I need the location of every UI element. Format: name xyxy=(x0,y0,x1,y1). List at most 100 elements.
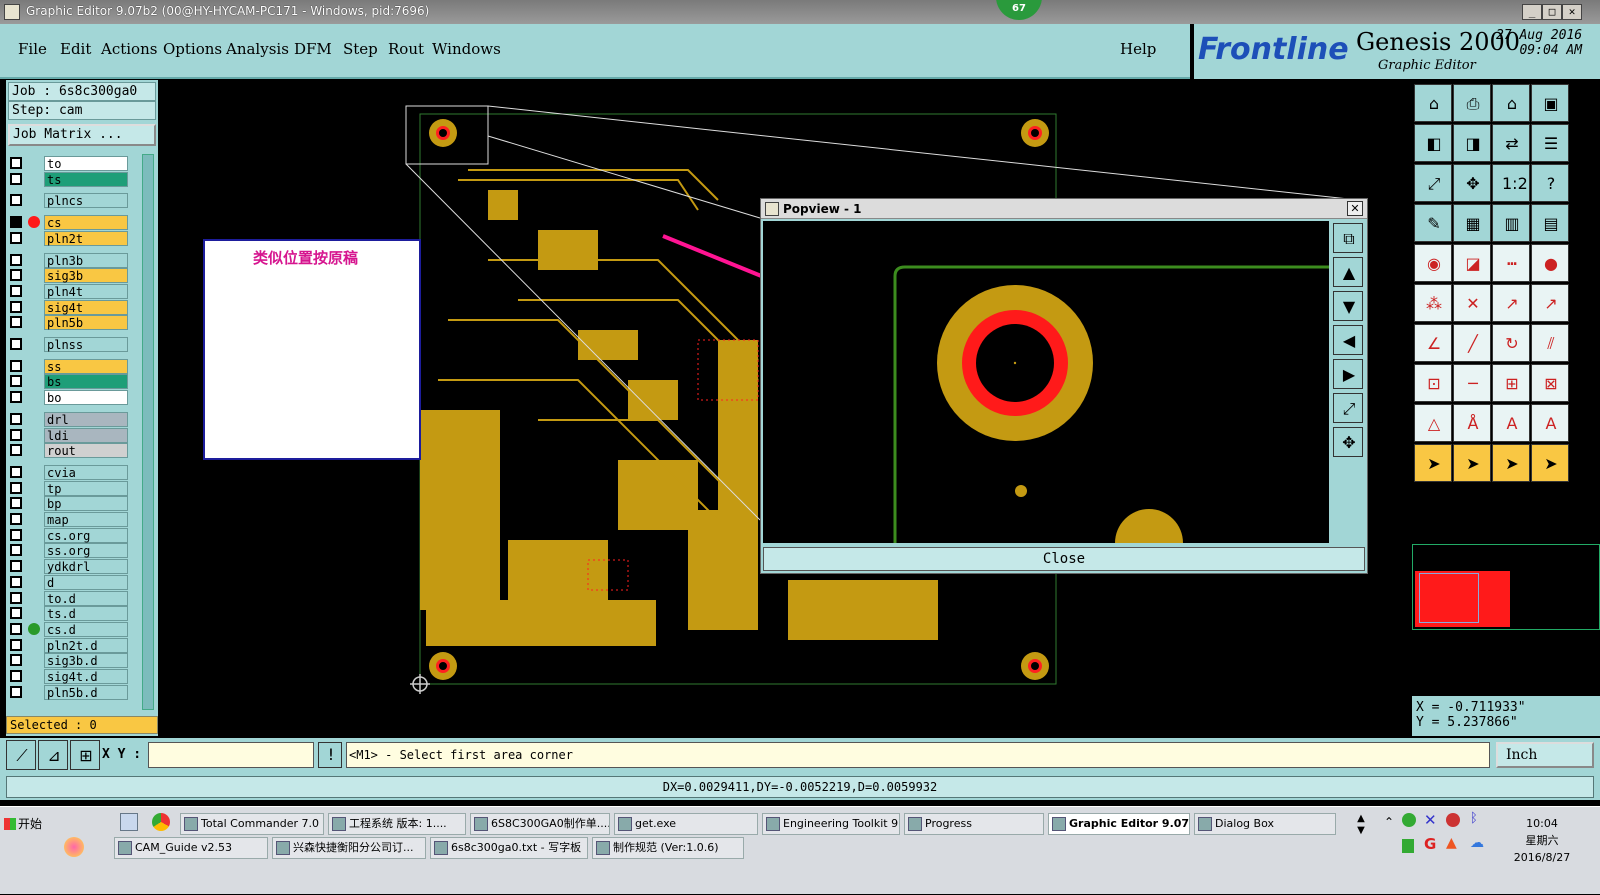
layer-row-map[interactable]: map xyxy=(10,512,128,527)
layer-checkbox[interactable] xyxy=(10,465,22,478)
menu-rout[interactable]: Rout xyxy=(388,40,424,58)
ratio-icon[interactable]: 1:2 xyxy=(1492,164,1530,202)
layer-row-cs[interactable]: cs xyxy=(10,215,128,231)
layer-name[interactable]: ts.d xyxy=(44,606,128,622)
layer-row-plnss[interactable]: plnss xyxy=(10,337,128,352)
route-icon[interactable]: ▥ xyxy=(1492,204,1530,242)
taskbar-item[interactable]: get.exe xyxy=(614,813,758,835)
layout-icon[interactable]: ☰ xyxy=(1531,124,1569,162)
xy-input[interactable] xyxy=(148,742,314,768)
home-icon[interactable]: ⌂ xyxy=(1414,84,1452,122)
taskbar-item[interactable]: Progress xyxy=(904,813,1044,835)
popview-zoom-icon[interactable]: ⧉ xyxy=(1333,223,1363,253)
layer-checkbox[interactable] xyxy=(10,591,22,604)
layer-row-to-d[interactable]: to.d xyxy=(10,590,128,606)
overview-window[interactable] xyxy=(1412,544,1600,630)
tray-expand-icon[interactable]: ⌃ xyxy=(1384,815,1394,829)
display-indicator[interactable] xyxy=(28,622,40,635)
help-icon[interactable]: ? xyxy=(1531,164,1569,202)
group-icon[interactable]: ⊠ xyxy=(1531,364,1569,402)
layer-row-cs-org[interactable]: cs.org xyxy=(10,527,128,543)
taskbar-item[interactable]: Total Commander 7.0 ... xyxy=(180,813,324,835)
taskbar-item[interactable]: 6S8C300GA0制作单.... xyxy=(470,813,610,835)
text-a-icon[interactable]: A xyxy=(1492,404,1530,442)
tray-red-icon[interactable] xyxy=(1446,813,1460,827)
arrow-a-icon[interactable]: Å xyxy=(1453,404,1491,442)
connect-icon[interactable]: ⁂ xyxy=(1414,284,1452,322)
layer-checkbox[interactable] xyxy=(10,513,22,525)
measure-icon[interactable]: ⊿ xyxy=(38,740,68,770)
layer-name[interactable]: pln3b xyxy=(44,252,128,268)
layer-row-ts[interactable]: ts xyxy=(10,171,128,187)
layer-row-bo[interactable]: bo xyxy=(10,390,128,406)
units-selector[interactable]: Inch xyxy=(1496,742,1594,768)
layer-name[interactable]: map xyxy=(44,512,128,527)
layer-checkbox[interactable] xyxy=(10,412,22,425)
menu-options[interactable]: Options xyxy=(163,40,222,58)
layer-checkbox[interactable] xyxy=(10,544,22,557)
layer-checkbox[interactable] xyxy=(10,428,22,441)
layer-name[interactable]: to.d xyxy=(44,590,128,606)
layer-name[interactable]: pln5b.d xyxy=(44,684,128,700)
layer-checkbox[interactable] xyxy=(10,216,22,229)
taskbar-item[interactable]: 兴森快捷衡阳分公司订... xyxy=(272,837,426,859)
layer-scrollbar[interactable] xyxy=(142,154,154,710)
layer-row-bp[interactable]: bp xyxy=(10,496,128,512)
measure-tool-icon[interactable]: ◪ xyxy=(1453,244,1491,282)
layer-name[interactable]: pln2t xyxy=(44,230,128,246)
layer-row-rout[interactable]: rout xyxy=(10,443,128,459)
layer-row-sig3b[interactable]: sig3b xyxy=(10,268,128,284)
layer-checkbox[interactable] xyxy=(10,622,22,635)
layer-name[interactable]: ss xyxy=(44,358,128,374)
layer-name[interactable]: plnss xyxy=(44,337,128,352)
warning-icon[interactable]: ▲ xyxy=(1446,835,1457,851)
save-icon[interactable]: ⎙ xyxy=(1453,84,1491,122)
layer-name[interactable]: to xyxy=(44,156,128,171)
taskbar-scroll[interactable]: ▲ ▼ xyxy=(1352,813,1370,853)
menu-file[interactable]: File xyxy=(18,40,47,58)
menu-analysis[interactable]: Analysis xyxy=(226,40,289,58)
layer-checkbox[interactable] xyxy=(10,284,22,297)
layer-checkbox[interactable] xyxy=(10,269,22,282)
layer-name[interactable]: bs xyxy=(44,374,128,390)
node-move-icon[interactable]: ↗ xyxy=(1531,284,1569,322)
grid-view-icon[interactable]: ▦ xyxy=(1453,204,1491,242)
layer-name[interactable]: cvia xyxy=(44,464,128,480)
popview-center-icon[interactable]: ✥ xyxy=(1333,427,1363,457)
layer-row-cvia[interactable]: cvia xyxy=(10,464,128,480)
layer-checkbox[interactable] xyxy=(10,481,22,494)
layer-row-sig4t[interactable]: sig4t xyxy=(10,299,128,315)
clock[interactable]: 10:04 星期六 2016/8/27 xyxy=(1492,815,1592,875)
popview-down-icon[interactable]: ▼ xyxy=(1333,291,1363,321)
network-icon[interactable]: ▤ xyxy=(1531,204,1569,242)
layer-checkbox[interactable] xyxy=(10,194,22,207)
cloud-icon[interactable]: ☁ xyxy=(1470,835,1484,851)
layer-checkbox[interactable] xyxy=(10,528,22,541)
layer-name[interactable]: sig3b xyxy=(44,268,128,284)
open-icon[interactable]: ⌂ xyxy=(1492,84,1530,122)
shield-icon[interactable] xyxy=(1402,839,1414,853)
bluetooth-icon[interactable]: ᛒ xyxy=(1470,811,1478,826)
layer-checkbox[interactable] xyxy=(10,444,22,457)
pointer-add-icon[interactable]: ➤ xyxy=(1492,444,1530,482)
info-icon[interactable]: ! xyxy=(318,742,342,768)
taskbar-item[interactable]: Dialog Box xyxy=(1194,813,1336,835)
layer-checkbox[interactable] xyxy=(10,497,22,510)
layer-name[interactable]: sig4t xyxy=(44,299,128,315)
layer-name[interactable]: d xyxy=(44,574,128,590)
taskbar-item[interactable]: 6s8c300ga0.txt - 写字板 xyxy=(430,837,588,859)
layer-name[interactable]: ss.org xyxy=(44,543,128,559)
taskbar-item[interactable]: CAM_Guide v2.53 xyxy=(114,837,268,859)
layer-name[interactable]: ydkdrl xyxy=(44,559,128,575)
layer-row-cs-d[interactable]: cs.d xyxy=(10,621,128,637)
layer-checkbox[interactable] xyxy=(10,231,22,244)
layer-name[interactable]: drl xyxy=(44,411,128,427)
layer-checkbox[interactable] xyxy=(10,253,22,266)
layer-name[interactable]: sig4t.d xyxy=(44,669,128,684)
layer-row-ss-org[interactable]: ss.org xyxy=(10,543,128,559)
popview-canvas[interactable] xyxy=(763,221,1329,543)
layer-row-pln3b[interactable]: pln3b xyxy=(10,252,128,268)
layer-checkbox[interactable] xyxy=(10,172,22,185)
menu-windows[interactable]: Windows xyxy=(432,40,501,58)
menu-edit[interactable]: Edit xyxy=(60,40,91,58)
